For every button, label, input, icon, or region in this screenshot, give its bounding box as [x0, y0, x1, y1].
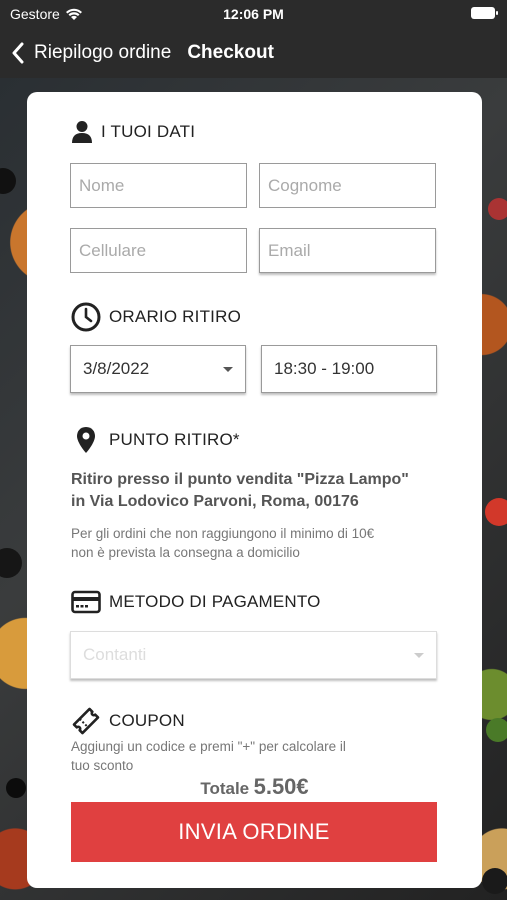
pickup-point-header: PUNTO RITIRO* [71, 425, 240, 455]
date-value: 3/8/2022 [83, 359, 150, 378]
phone-field[interactable]: Cellulare [70, 228, 247, 273]
payment-method-select[interactable]: Contanti [70, 631, 437, 679]
personal-data-header: I TUOI DATI [71, 120, 195, 144]
status-bar: Gestore 12:06 PM [0, 0, 507, 28]
submit-order-button[interactable]: INVIA ORDINE [71, 802, 437, 862]
payment-header: METODO DI PAGAMENTO [71, 590, 321, 614]
delivery-note: Per gli ordini che non raggiungono il mi… [71, 524, 441, 562]
ticket-icon [72, 707, 100, 735]
coupon-hint-line2: tuo sconto [71, 758, 134, 773]
order-total: Totale 5.50€ [27, 774, 482, 800]
coupon-title: COUPON [109, 711, 185, 730]
clock: 12:06 PM [223, 6, 284, 22]
pickup-address-line2: in Via Lodovico Parvoni, Roma, 00176 [71, 493, 359, 510]
payment-title: METODO DI PAGAMENTO [109, 592, 321, 611]
time-slot-value: 18:30 - 19:00 [274, 359, 375, 378]
email-placeholder: Email [268, 240, 311, 260]
total-value: 5.50€ [253, 774, 309, 799]
pickup-point-title: PUNTO RITIRO* [109, 430, 240, 449]
phone-placeholder: Cellulare [79, 240, 147, 260]
time-slot-select[interactable]: 18:30 - 19:00 [261, 345, 437, 393]
pickup-address: Ritiro presso il punto vendita "Pizza La… [71, 469, 441, 513]
page-title: Checkout [187, 42, 274, 63]
back-label: Riepilogo ordine [34, 42, 172, 63]
chevron-down-icon [223, 367, 233, 372]
coupon-hint: Aggiungi un codice e premi "+" per calco… [71, 737, 441, 775]
name-placeholder: Nome [79, 175, 125, 195]
coupon-header: COUPON [71, 706, 185, 736]
pickup-address-line1: Ritiro presso il punto vendita "Pizza La… [71, 471, 409, 488]
battery-icon [471, 7, 498, 19]
surname-field[interactable]: Cognome [259, 163, 436, 208]
delivery-note-line1: Per gli ordini che non raggiungono il mi… [71, 526, 375, 541]
checkout-card: I TUOI DATI Nome Cognome Cellulare Email… [27, 92, 482, 888]
chevron-left-icon [12, 42, 24, 64]
user-icon [72, 121, 92, 143]
location-pin-icon [77, 427, 95, 453]
pickup-time-title: ORARIO RITIRO [109, 307, 241, 326]
payment-method-value: Contanti [83, 645, 147, 664]
delivery-note-line2: non è prevista la consegna a domicilio [71, 545, 300, 560]
personal-data-title: I TUOI DATI [101, 122, 196, 141]
email-field[interactable]: Email [259, 228, 436, 273]
chevron-down-icon [414, 653, 424, 658]
pickup-time-header: ORARIO RITIRO [71, 302, 241, 332]
coupon-hint-line1: Aggiungi un codice e premi "+" per calco… [71, 739, 346, 754]
date-select[interactable]: 3/8/2022 [70, 345, 246, 393]
submit-order-label: INVIA ORDINE [178, 819, 330, 844]
total-label: Totale [200, 779, 250, 798]
back-button[interactable]: Riepilogo ordine [0, 42, 171, 64]
name-field[interactable]: Nome [70, 163, 247, 208]
surname-placeholder: Cognome [268, 175, 342, 195]
clock-icon [71, 302, 101, 332]
navigation-bar: Riepilogo ordine Checkout [0, 28, 507, 78]
credit-card-icon [71, 590, 101, 614]
